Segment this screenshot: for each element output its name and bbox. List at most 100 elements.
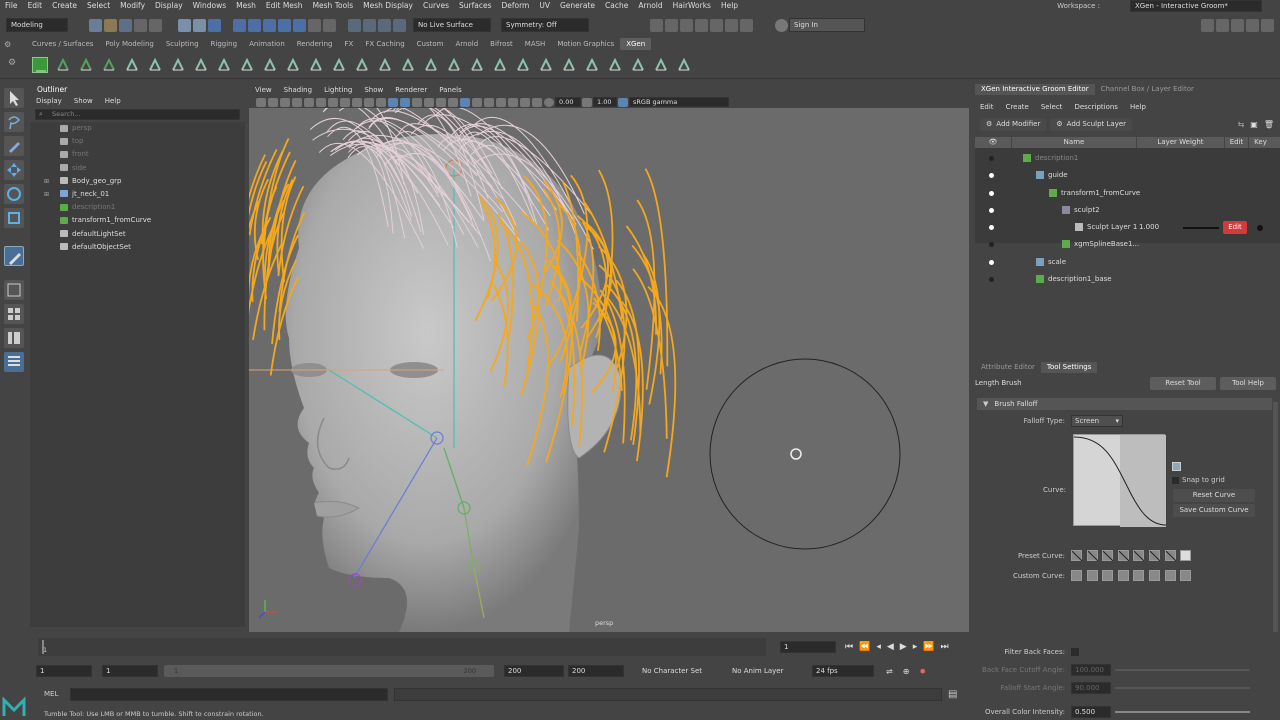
shelf-tab-arnold[interactable]: Arnold bbox=[450, 38, 485, 50]
input-ops-icon[interactable] bbox=[363, 18, 376, 32]
menu-mesh-tools[interactable]: Mesh Tools bbox=[308, 0, 359, 12]
clump-icon[interactable] bbox=[308, 57, 324, 73]
isolate-icon[interactable] bbox=[508, 97, 518, 107]
go-to-end-icon[interactable]: ⏭ bbox=[940, 642, 948, 652]
menu-generate[interactable]: Generate bbox=[555, 0, 600, 12]
expand-icon[interactable]: ⊞ bbox=[44, 175, 49, 188]
preset-curve-7[interactable] bbox=[1164, 550, 1176, 562]
shelf-tab-bifrost[interactable]: Bifrost bbox=[484, 38, 519, 50]
shelf-options-icon[interactable]: ⚙ bbox=[4, 40, 16, 50]
scale-tool-icon[interactable] bbox=[4, 208, 24, 228]
menu-create[interactable]: Create bbox=[47, 0, 82, 12]
custom-curve-8[interactable] bbox=[1180, 570, 1192, 581]
shelf-tab-custom[interactable]: Custom bbox=[411, 38, 450, 50]
range-bar[interactable]: 1 200 bbox=[164, 665, 494, 677]
custom-curve-4[interactable] bbox=[1117, 570, 1129, 581]
visibility-toggle-icon[interactable] bbox=[989, 259, 994, 265]
playback-start-field[interactable]: 1 bbox=[102, 665, 158, 677]
xray-joints-icon[interactable] bbox=[532, 97, 542, 107]
outliner-menu-display[interactable]: Display bbox=[30, 95, 68, 107]
render-frame-icon[interactable] bbox=[665, 18, 678, 32]
select-hierarchy-icon[interactable] bbox=[178, 18, 191, 32]
select-object-icon[interactable] bbox=[193, 18, 206, 32]
xgen-menu-descriptions[interactable]: Descriptions bbox=[1074, 103, 1118, 111]
symmetry-dropdown[interactable]: Symmetry: Off bbox=[501, 18, 589, 32]
save-custom-curve-button[interactable]: Save Custom Curve bbox=[1173, 504, 1255, 517]
viewport-menu-lighting[interactable]: Lighting bbox=[318, 84, 358, 96]
preset-curve-5[interactable] bbox=[1133, 550, 1145, 562]
time-slider[interactable]: 1 1 ⏮ ⏪ ◂ ◀ ▶ ▸ ⏩ ⏭ bbox=[30, 634, 970, 660]
viewport-menu-view[interactable]: View bbox=[249, 84, 278, 96]
curves-to-guides-icon[interactable] bbox=[147, 57, 163, 73]
cut-icon[interactable] bbox=[331, 57, 347, 73]
outliner-item[interactable]: ⊞ jt_neck_01 bbox=[34, 188, 245, 201]
sculpt-icon[interactable] bbox=[262, 57, 278, 73]
menu-cache[interactable]: Cache bbox=[600, 0, 633, 12]
xgen-tab-0[interactable]: XGen Interactive Groom Editor bbox=[975, 84, 1095, 95]
pause-icon[interactable] bbox=[740, 18, 753, 32]
delete-layer-icon[interactable]: 🗑 bbox=[1264, 120, 1274, 129]
rotate-brush-icon[interactable] bbox=[584, 57, 600, 73]
xgen-menu-edit[interactable]: Edit bbox=[980, 103, 994, 111]
auto-key-icon[interactable]: ⊕ bbox=[903, 667, 910, 676]
undo-icon[interactable] bbox=[134, 18, 147, 32]
place-guide-icon[interactable] bbox=[124, 57, 140, 73]
shelf-tab-motion-graphics[interactable]: Motion Graphics bbox=[551, 38, 620, 50]
preview-icon[interactable] bbox=[354, 57, 370, 73]
outliner-item[interactable]: side bbox=[34, 162, 245, 175]
twist-brush-icon[interactable] bbox=[515, 57, 531, 73]
viewport-panel[interactable]: View Shading Lighting Show Renderer Panels 0.… bbox=[249, 84, 969, 632]
current-frame-field[interactable]: 1 bbox=[780, 641, 836, 653]
menu-mesh-display[interactable]: Mesh Display bbox=[358, 0, 418, 12]
back-face-cutoff-field[interactable]: 100.000 bbox=[1071, 664, 1111, 676]
xgen-create-icon[interactable] bbox=[31, 56, 48, 73]
menu-uv[interactable]: UV bbox=[534, 0, 555, 12]
persp-outliner-icon[interactable] bbox=[4, 328, 24, 348]
step-back-icon[interactable]: ◂ bbox=[876, 642, 881, 652]
snap-grid-checkbox[interactable] bbox=[1172, 476, 1179, 484]
anim-prefs-icon[interactable]: ✸ bbox=[919, 667, 926, 676]
edit-layer-button[interactable]: Edit bbox=[1223, 221, 1247, 235]
lasso-tool-icon[interactable] bbox=[4, 112, 24, 132]
move-layer-icon[interactable]: ⇆ bbox=[1238, 120, 1245, 129]
shadows-icon[interactable] bbox=[448, 97, 458, 107]
visibility-toggle-icon[interactable] bbox=[989, 225, 994, 231]
smooth-brush-icon[interactable] bbox=[423, 57, 439, 73]
groom-tree-row[interactable]: xgmSplineBase1... bbox=[975, 236, 1280, 253]
part-brush-icon[interactable] bbox=[469, 57, 485, 73]
outliner-item[interactable]: defaultLightSet bbox=[34, 228, 245, 241]
menu-help[interactable]: Help bbox=[716, 0, 743, 12]
menu-display[interactable]: Display bbox=[150, 0, 188, 12]
snap-view-icon[interactable] bbox=[278, 18, 291, 32]
grid-toggle-icon[interactable] bbox=[304, 97, 314, 107]
menu-mesh[interactable]: Mesh bbox=[231, 0, 261, 12]
density-brush-icon[interactable] bbox=[377, 57, 393, 73]
safe-action-icon[interactable] bbox=[364, 97, 374, 107]
groom-tree-row[interactable]: description1 bbox=[975, 150, 1280, 167]
ipr-icon[interactable] bbox=[680, 18, 693, 32]
tool-settings-icon[interactable] bbox=[1246, 18, 1259, 32]
smooth-shade-icon[interactable] bbox=[400, 97, 410, 107]
generate-guides-icon[interactable] bbox=[78, 57, 94, 73]
field-chart-icon[interactable] bbox=[352, 97, 362, 107]
add-sculpt-layer-button[interactable]: ⚙ Add Sculpt Layer bbox=[1050, 118, 1133, 131]
redo-icon[interactable] bbox=[149, 18, 162, 32]
preset-curve-6[interactable] bbox=[1148, 550, 1161, 562]
key-icon[interactable] bbox=[1257, 225, 1263, 232]
snap-curve-icon[interactable] bbox=[248, 18, 261, 32]
outliner-menu-help[interactable]: Help bbox=[99, 95, 127, 107]
shelf-tab-rendering[interactable]: Rendering bbox=[291, 38, 339, 50]
menu-edit-mesh[interactable]: Edit Mesh bbox=[261, 0, 308, 12]
select-brush-icon[interactable] bbox=[653, 57, 669, 73]
visibility-toggle-icon[interactable] bbox=[989, 207, 994, 213]
step-forward-key-icon[interactable]: ⏩ bbox=[923, 642, 934, 652]
camera-select-icon[interactable] bbox=[256, 97, 266, 107]
workspace-layout-icon[interactable] bbox=[1201, 18, 1214, 32]
shelf-tab-xgen[interactable]: XGen bbox=[620, 38, 652, 50]
move-tool-icon[interactable] bbox=[4, 160, 24, 180]
tool-settings-scrollbar[interactable] bbox=[1273, 402, 1278, 632]
shelf-tab-fx[interactable]: FX bbox=[339, 38, 360, 50]
rotate-tool-icon[interactable] bbox=[4, 184, 24, 204]
visibility-toggle-icon[interactable] bbox=[989, 190, 994, 196]
viewport-menu-show[interactable]: Show bbox=[358, 84, 389, 96]
